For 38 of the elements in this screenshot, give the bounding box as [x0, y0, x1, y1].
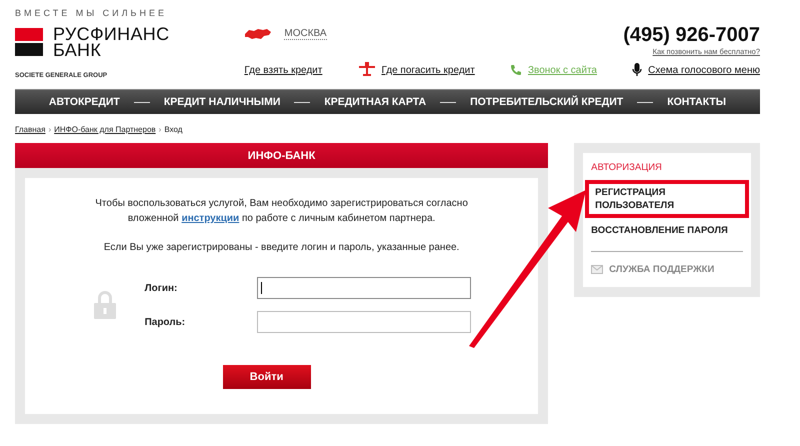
header-link[interactable]: Где погасить кредит [382, 64, 475, 76]
nav-link[interactable]: АВТОКРЕДИТ [48, 96, 120, 108]
instruction-link[interactable]: инструкции [182, 213, 240, 224]
microphone-icon [632, 63, 642, 77]
header-link[interactable]: Схема голосового меню [648, 64, 760, 76]
logo-text: БАНК [53, 42, 102, 58]
input-field[interactable] [256, 311, 471, 333]
breadcrumb-link[interactable]: ИНФО-банк для Партнеров [54, 125, 156, 134]
breadcrumb-current: Вход [164, 125, 182, 134]
sidebar-link[interactable]: АВТОРИЗАЦИЯ [591, 161, 743, 174]
sidebar-link[interactable]: РЕГИСТРАЦИЯ ПОЛЬЗОВАТЕЛЯ [595, 186, 686, 212]
nav-link[interactable]: КРЕДИТНАЯ КАРТА [324, 96, 426, 108]
nav-link[interactable]: КРЕДИТ НАЛИЧНЫМИ [164, 96, 280, 108]
nav-link[interactable]: КОНТАКТЫ [667, 96, 726, 108]
header-link[interactable]: Где взять кредит [244, 64, 322, 76]
support-link[interactable]: СЛУЖБА ПОДДЕРЖКИ [591, 264, 743, 275]
field-label: Пароль: [144, 316, 186, 328]
breadcrumb-link[interactable]: Главная [15, 125, 46, 134]
note-text: Если Вы уже зарегистрированы - введите логин и пароль, указанные ранее. [102, 241, 460, 255]
lock-icon [92, 290, 117, 320]
breadcrumb-separator: › [158, 125, 162, 134]
breadcrumb-separator: › [48, 125, 52, 134]
input-field[interactable] [256, 277, 471, 299]
logo-icon [15, 28, 43, 56]
logo-text: РУСФИНАНС [53, 26, 170, 42]
tagline: ВМЕСТЕ МЫ СИЛЬНЕЕ [15, 8, 168, 18]
field-label: Логин: [144, 282, 178, 294]
phone-icon [510, 64, 522, 76]
nav-link[interactable]: ПОТРЕБИТЕЛЬСКИЙ КРЕДИТ [470, 96, 624, 108]
phone-number: (495) 926-7007 [623, 24, 760, 47]
sidebar-link[interactable]: ВОССТАНОВЛЕНИЕ ПАРОЛЯ [591, 224, 743, 237]
airplane-icon [358, 61, 376, 79]
intro-text: Чтобы воспользоваться услугой, Вам необходимо зарегистрироваться согласно вложенной инструкции по работе с личным кабинетом партнера. [94, 197, 469, 226]
panel-header: ИНФО-БАНК [15, 143, 548, 168]
login-button[interactable]: Войти [222, 365, 311, 389]
city-link[interactable]: МОСКВА [284, 28, 327, 40]
map-icon [244, 28, 272, 40]
envelope-icon [591, 265, 604, 274]
